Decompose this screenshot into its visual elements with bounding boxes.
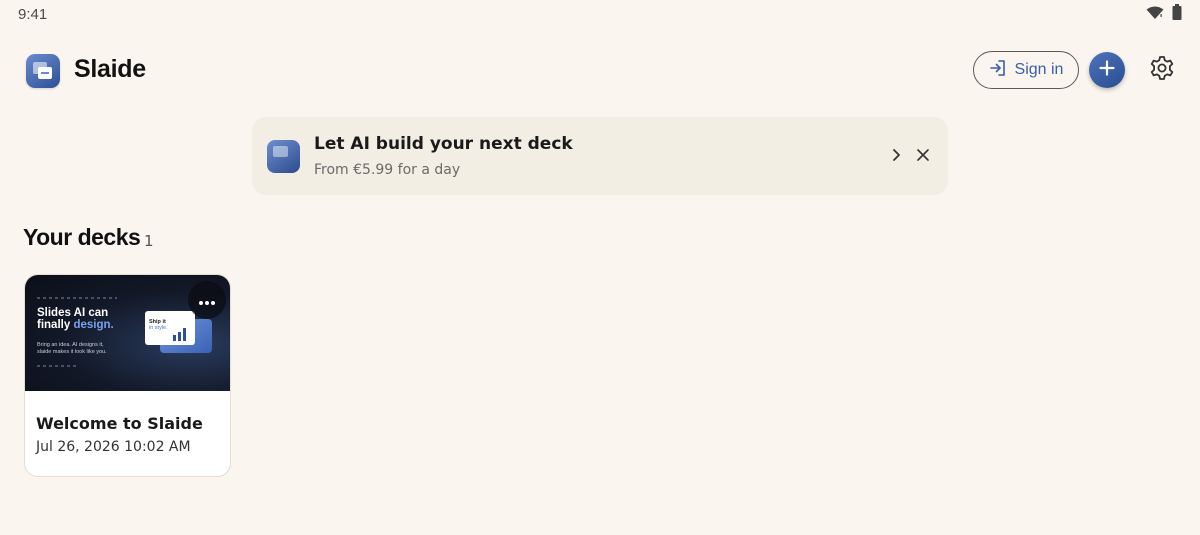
close-icon[interactable] [915, 147, 931, 163]
deck-title: Welcome to Slaide [36, 414, 203, 433]
deck-thumbnail: Slides AI can finally design. Bring an i… [25, 275, 230, 391]
plus-icon [1099, 60, 1115, 80]
sign-in-button[interactable]: Sign in [973, 51, 1079, 89]
battery-icon [1172, 4, 1182, 24]
app-logo [26, 54, 60, 88]
status-time: 9:41 [18, 5, 48, 23]
deck-date: Jul 26, 2026 10:02 AM [36, 439, 191, 455]
wifi-icon [1146, 5, 1164, 24]
thumbnail-headline: Slides AI can finally design. [37, 307, 114, 331]
thumbnail-card: Ship it in style. [145, 311, 195, 345]
sign-in-label: Sign in [1014, 61, 1064, 78]
more-horizontal-icon [198, 291, 216, 310]
thumbnail-decoration [37, 297, 117, 299]
deck-card[interactable]: Slides AI can finally design. Bring an i… [24, 274, 231, 477]
settings-button[interactable] [1148, 56, 1176, 84]
add-deck-button[interactable] [1089, 52, 1125, 88]
app-header: Slaide Sign in [0, 46, 1200, 94]
thumbnail-decoration [37, 365, 77, 367]
promo-banner[interactable]: Let AI build your next deck From €5.99 f… [252, 117, 948, 195]
banner-subtitle: From €5.99 for a day [314, 162, 461, 178]
deck-count: 1 [144, 232, 154, 250]
banner-app-icon [267, 140, 300, 173]
status-icons [1146, 4, 1182, 24]
section-title: Your decks [23, 224, 141, 250]
bar-chart-icon [173, 328, 186, 341]
deck-more-button[interactable] [188, 281, 226, 319]
banner-title: Let AI build your next deck [314, 134, 573, 154]
status-bar: 9:41 [0, 0, 1200, 28]
app-title: Slaide [74, 55, 146, 83]
thumbnail-body: Bring an idea. AI designs it, slaide mak… [37, 342, 107, 355]
sign-in-icon [989, 59, 1007, 82]
chevron-right-icon[interactable] [888, 147, 904, 163]
gear-icon [1149, 55, 1175, 85]
